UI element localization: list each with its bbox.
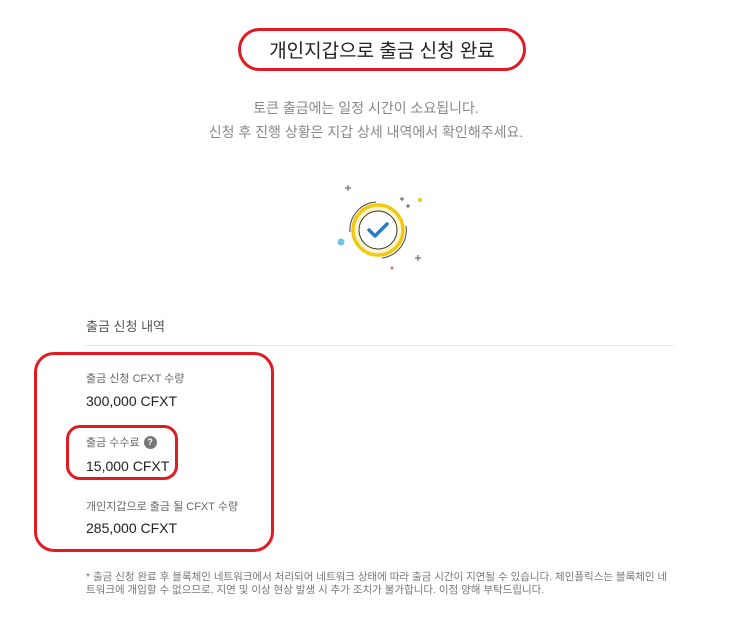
subtitle-line-1: 토큰 출금에는 일정 시간이 소요됩니다. xyxy=(253,100,479,116)
page-title: 개인지갑으로 출금 신청 완료 xyxy=(238,28,526,71)
notice-text: * 출금 신청 완료 후 블록체인 네트워크에서 처리되어 네트워크 상태에 따… xyxy=(86,571,668,596)
highlight-outline-fee xyxy=(66,425,178,480)
details-section-title: 출금 신청 내역 xyxy=(86,319,165,334)
check-circle-icon xyxy=(337,185,422,270)
page-title-text: 개인지갑으로 출금 신청 완료 xyxy=(269,41,495,62)
divider xyxy=(86,345,674,346)
subtitle-line-2: 신청 후 진행 상황은 지갑 상세 내역에서 확인해주세요. xyxy=(208,124,524,140)
